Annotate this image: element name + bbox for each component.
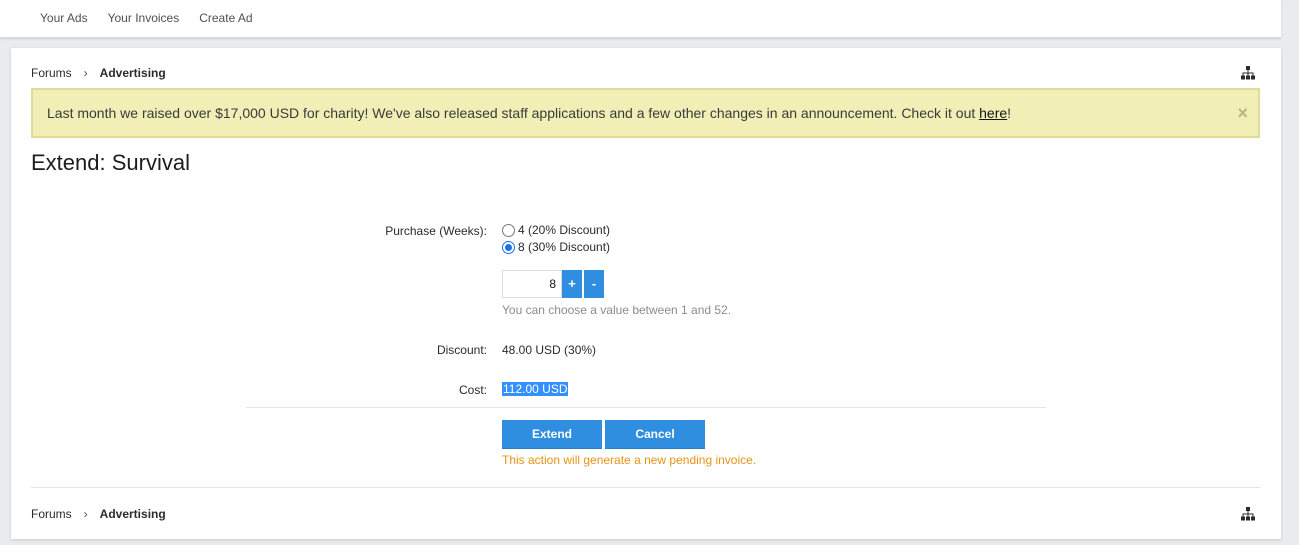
tab-your-ads[interactable]: Your Ads xyxy=(30,10,98,26)
radio-4-weeks[interactable] xyxy=(502,223,515,237)
breadcrumb-top: Forums › Advertising xyxy=(31,65,166,81)
main-card: Forums › Advertising Last month we raise… xyxy=(11,48,1281,539)
breadcrumb-bottom: Forums › Advertising xyxy=(31,506,166,522)
announcement-notice: Last month we raised over $17,000 USD fo… xyxy=(31,88,1260,138)
discount-label: Discount: xyxy=(436,343,487,357)
top-tab-bar: Your Ads Your Invoices Create Ad xyxy=(0,0,1281,38)
page-title: Extend: Survival xyxy=(31,150,190,175)
footer-divider xyxy=(31,487,1260,488)
breadcrumb-advertising-link[interactable]: Advertising xyxy=(100,66,166,80)
top-tabs: Your Ads Your Invoices Create Ad xyxy=(30,10,263,26)
sitemap-icon-bottom[interactable] xyxy=(1241,507,1255,521)
increment-button[interactable]: + xyxy=(562,270,582,298)
decrement-button[interactable]: - xyxy=(584,270,604,298)
breadcrumb-advertising-link-bottom[interactable]: Advertising xyxy=(100,507,166,521)
option-8-weeks-label: 8 (30% Discount) xyxy=(518,240,611,254)
cost-value: 112.00 USD xyxy=(502,382,569,396)
notice-text: Last month we raised over $17,000 USD fo… xyxy=(47,105,1012,121)
option-4-weeks[interactable]: 4 (20% Discount) xyxy=(502,223,610,237)
option-4-weeks-label: 4 (20% Discount) xyxy=(518,223,611,237)
purchase-weeks-label: Purchase (Weeks): xyxy=(385,224,487,238)
weeks-hint: You can choose a value between 1 and 52. xyxy=(502,303,732,317)
radio-8-weeks[interactable] xyxy=(502,240,515,254)
breadcrumb-separator-bottom: › xyxy=(83,507,88,521)
breadcrumb-separator: › xyxy=(83,66,88,80)
notice-here-link[interactable]: here xyxy=(979,105,1007,121)
cost-label: Cost: xyxy=(458,383,487,397)
breadcrumb-forums-link-bottom[interactable]: Forums xyxy=(31,507,72,521)
discount-value: 48.00 USD (30%) xyxy=(502,343,597,357)
breadcrumb-forums-link[interactable]: Forums xyxy=(31,66,72,80)
option-8-weeks[interactable]: 8 (30% Discount) xyxy=(502,240,610,254)
cancel-button[interactable]: Cancel xyxy=(605,420,705,449)
sitemap-icon[interactable] xyxy=(1241,66,1255,80)
weeks-input[interactable]: 8 xyxy=(502,270,562,298)
cost-value-text: 112.00 USD xyxy=(502,382,569,396)
pending-invoice-warning: This action will generate a new pending … xyxy=(502,453,757,467)
tab-your-invoices[interactable]: Your Invoices xyxy=(98,10,190,26)
form-divider xyxy=(246,407,1046,408)
tab-create-ad[interactable]: Create Ad xyxy=(189,10,262,26)
close-icon[interactable]: × xyxy=(1237,103,1248,123)
extend-button[interactable]: Extend xyxy=(502,420,602,449)
